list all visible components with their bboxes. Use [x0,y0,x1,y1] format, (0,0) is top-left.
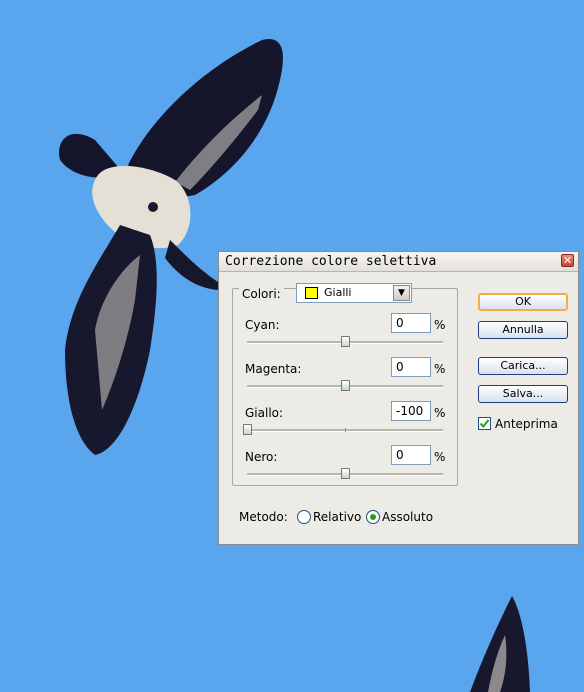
cyan-label: Cyan: [245,318,280,332]
black-slider-thumb[interactable] [341,468,350,479]
colors-label: Colori: [239,287,284,301]
cyan-unit: % [434,318,446,332]
cyan-input[interactable]: 0 [391,313,431,333]
yellow-label: Giallo: [245,406,284,420]
magenta-label: Magenta: [245,362,302,376]
dialog-titlebar[interactable]: Correzione colore selettiva ✕ [219,252,578,272]
close-icon[interactable]: ✕ [561,254,574,267]
relative-radio[interactable] [297,510,311,524]
ok-button[interactable]: OK [478,293,568,311]
radio-selected-dot [370,514,376,520]
black-input[interactable]: 0 [391,445,431,465]
checkmark-icon [479,419,490,429]
preview-label: Anteprima [495,417,558,431]
colors-selected-value: Gialli [324,286,352,299]
cyan-slider-thumb[interactable] [341,336,350,347]
chevron-down-icon[interactable]: ▼ [393,285,410,301]
yellow-slider-center-tick [345,428,346,432]
relative-label: Relativo [313,510,362,524]
method-label: Metodo: [239,510,288,524]
black-label: Nero: [245,450,278,464]
dialog-title: Correzione colore selettiva [225,254,437,269]
yellow-slider-thumb[interactable] [243,424,252,435]
save-button[interactable]: Salva... [478,385,568,403]
magenta-unit: % [434,362,446,376]
preview-checkbox[interactable] [478,417,491,430]
selective-color-dialog: Correzione colore selettiva ✕ Colori: Gi… [218,251,579,545]
yellow-input[interactable]: -100 [391,401,431,421]
black-unit: % [434,450,446,464]
colors-select[interactable]: Gialli ▼ [296,283,412,303]
magenta-input[interactable]: 0 [391,357,431,377]
yellow-unit: % [434,406,446,420]
absolute-radio[interactable] [366,510,380,524]
absolute-label: Assoluto [382,510,434,524]
load-button[interactable]: Carica... [478,357,568,375]
magenta-slider-thumb[interactable] [341,380,350,391]
yellow-swatch-icon [305,287,318,299]
cancel-button[interactable]: Annulla [478,321,568,339]
